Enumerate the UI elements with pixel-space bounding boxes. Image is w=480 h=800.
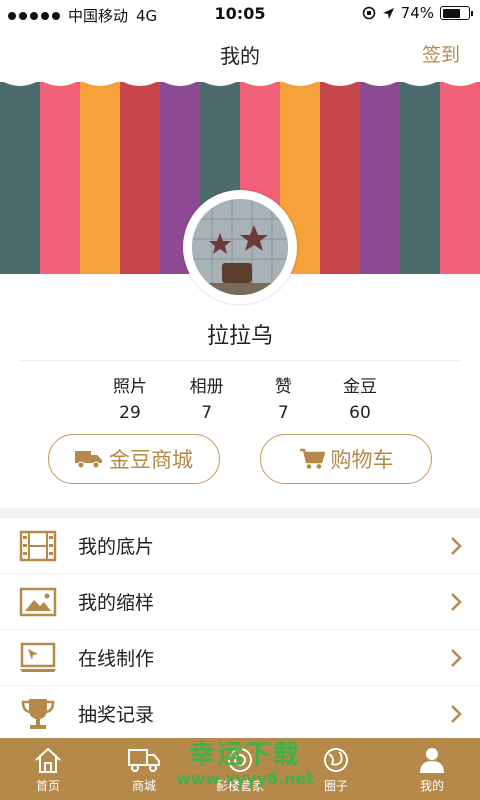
status-bar: 中国移动 4G 10:05 74%: [0, 0, 480, 28]
menu-list: 我的底片 我的缩样 在线制作 抽奖记录: [0, 518, 480, 742]
stat-value: 60: [349, 403, 371, 423]
tab-label: 圈子: [323, 779, 348, 793]
tab-circle[interactable]: 圈子: [288, 738, 384, 800]
chevron-right-icon: [451, 649, 462, 667]
stat-label: 相册: [189, 377, 224, 397]
section-separator: [0, 508, 480, 518]
lock-rotation-icon: [362, 6, 375, 20]
banner-stripe: [400, 82, 440, 274]
banner-stripe: [440, 82, 480, 274]
stat-value: 7: [277, 403, 289, 423]
camera-icon: [228, 748, 252, 772]
tab-label: 我的: [419, 779, 444, 793]
cart-label: 购物车: [330, 448, 394, 472]
menu-item-label: 在线制作: [78, 648, 155, 670]
battery-icon: [440, 6, 473, 20]
banner-stripe: [320, 82, 360, 274]
banner-stripe: [360, 82, 400, 274]
tab-home[interactable]: 首页: [0, 738, 96, 800]
banner-scallop-edge: [0, 76, 480, 86]
home-icon: [35, 747, 61, 773]
cart-button[interactable]: 购物车: [260, 434, 432, 484]
stat-photos[interactable]: 照片 29: [100, 372, 160, 423]
menu-item-negatives[interactable]: 我的底片: [0, 518, 480, 574]
location-icon: [382, 7, 394, 19]
banner-stripe: [0, 82, 40, 274]
stat-value: 29: [119, 403, 141, 423]
avatar-photo: [192, 199, 288, 295]
signin-button[interactable]: 签到: [422, 40, 460, 67]
banner-stripe: [120, 82, 160, 274]
tab-mine[interactable]: 我的: [384, 738, 480, 800]
tab-label: 商城: [131, 779, 156, 793]
tab-label: 影楼管家: [215, 779, 264, 793]
menu-item-label: 我的底片: [78, 536, 155, 558]
trophy-icon: [18, 696, 58, 732]
menu-item-label: 我的缩样: [78, 592, 155, 614]
film-icon: [18, 528, 58, 564]
banner-stripe: [40, 82, 80, 274]
nav-bar: 我的 签到: [0, 28, 480, 80]
truck-icon: [75, 451, 102, 469]
stat-label: 金豆: [342, 377, 377, 397]
profile-page: 中国移动 4G 10:05 74% 我的 签到 拉拉乌 照片 29 相册 7 赞…: [0, 0, 480, 800]
stats-row: 照片 29 相册 7 赞 7 金豆 60: [100, 372, 390, 423]
stat-value: 7: [201, 403, 213, 423]
laptop-icon: [18, 640, 58, 676]
page-title: 我的: [220, 44, 260, 68]
chevron-right-icon: [451, 705, 462, 723]
menu-item-proofs[interactable]: 我的缩样: [0, 574, 480, 630]
stat-likes[interactable]: 赞 7: [253, 372, 313, 423]
stat-label: 赞: [274, 377, 292, 397]
tab-studio-manager[interactable]: 影楼管家: [192, 738, 288, 800]
tab-label: 首页: [35, 779, 60, 793]
truck-icon: [128, 749, 160, 772]
menu-item-label: 抽奖记录: [78, 704, 155, 726]
chevron-right-icon: [451, 537, 462, 555]
user-icon: [420, 748, 444, 773]
menu-item-online-design[interactable]: 在线制作: [0, 630, 480, 686]
cart-icon: [299, 448, 325, 469]
battery-percent: 74%: [400, 4, 434, 22]
gold-mall-label: 金豆商城: [109, 448, 193, 472]
stat-albums[interactable]: 相册 7: [177, 372, 237, 423]
gold-mall-button[interactable]: 金豆商城: [48, 434, 220, 484]
avatar[interactable]: [183, 190, 297, 304]
tab-mall[interactable]: 商城: [96, 738, 192, 800]
divider: [20, 360, 460, 361]
tab-bar: 首页 商城 影楼管家 圈子 我的: [0, 738, 480, 800]
chevron-right-icon: [451, 593, 462, 611]
banner-stripe: [80, 82, 120, 274]
username: 拉拉乌: [206, 324, 273, 349]
picture-icon: [18, 584, 58, 620]
stat-label: 照片: [113, 377, 147, 397]
globe-icon: [324, 748, 348, 772]
menu-item-lottery-records[interactable]: 抽奖记录: [0, 686, 480, 742]
stat-gold-beans[interactable]: 金豆 60: [330, 372, 390, 423]
